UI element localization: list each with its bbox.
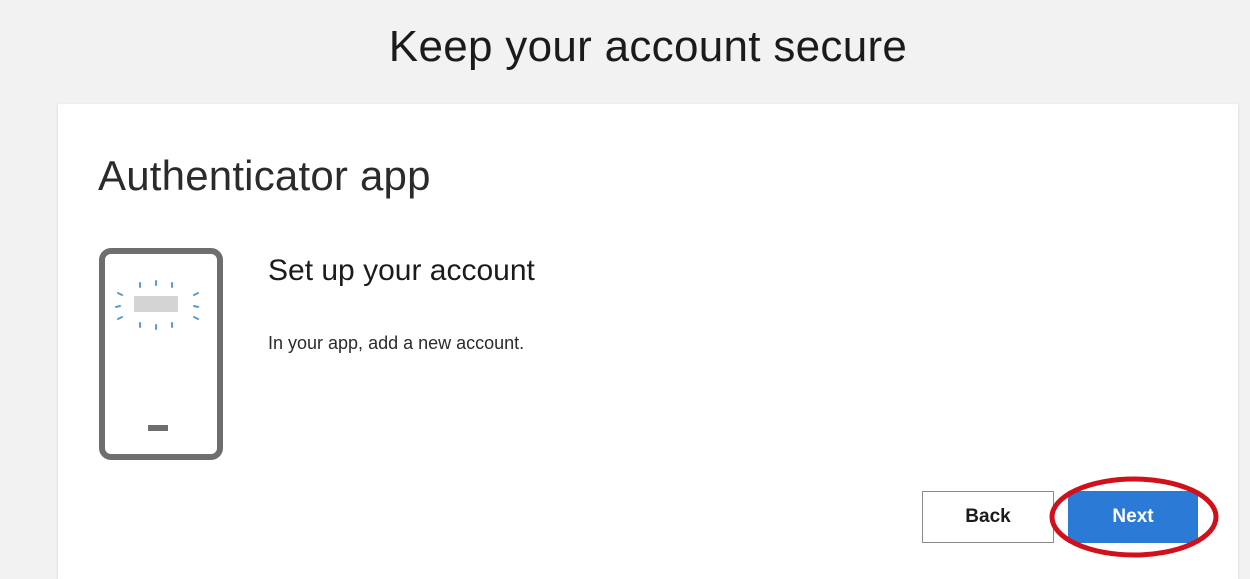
step-instruction: In your app, add a new account. [268, 333, 525, 353]
back-button[interactable]: Back [922, 491, 1054, 543]
page-title: Keep your account secure [388, 22, 908, 71]
phone-icon [99, 248, 223, 460]
method-title: Authenticator app [98, 152, 431, 199]
setup-card: Authenticator app Set up your account In… [58, 104, 1238, 579]
next-button[interactable]: Next [1068, 491, 1198, 543]
step-title: Set up your account [268, 254, 535, 287]
